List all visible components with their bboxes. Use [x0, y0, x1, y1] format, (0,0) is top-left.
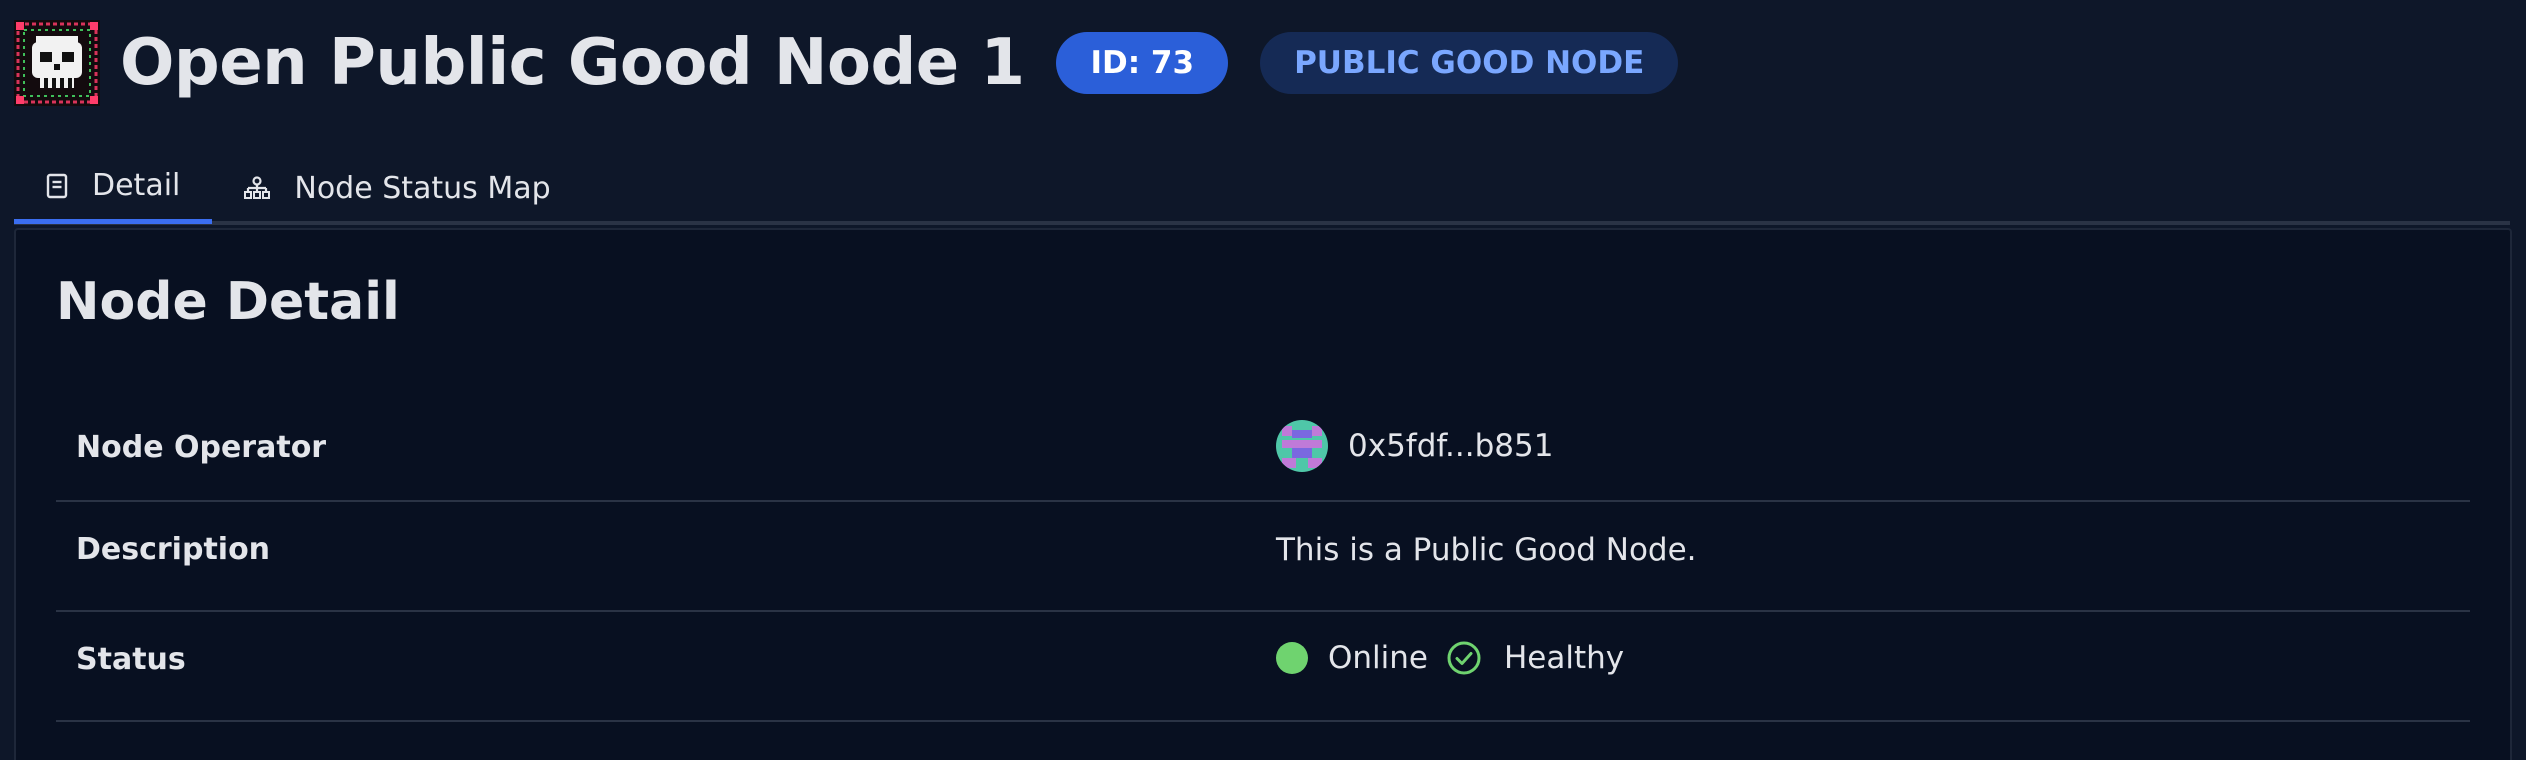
avatar [1276, 420, 1328, 472]
node-detail-panel: Node Detail Node Operator 0x5fdf...b851 [14, 228, 2512, 760]
wallet-address-link[interactable]: 0x5fdf...b851 [1348, 428, 1553, 464]
status-value: Online Healthy [1276, 640, 1624, 676]
tab-label: Detail [92, 168, 181, 203]
page-title: Open Public Good Node 1 [120, 26, 1025, 100]
description-label: Description [76, 532, 271, 567]
pixel-skull-logo-icon [14, 20, 100, 106]
tab-bar: Detail Node Status Map [14, 152, 583, 224]
description-value: This is a Public Good Node. [1276, 532, 1697, 568]
status-label: Status [76, 642, 186, 677]
detail-row-node-operator: Node Operator 0x5fdf...b851 [56, 400, 2470, 494]
document-icon [46, 173, 68, 199]
section-title: Node Detail [56, 272, 400, 332]
health-status-text: Healthy [1504, 640, 1625, 676]
row-divider [56, 720, 2470, 722]
node-operator-value[interactable]: 0x5fdf...b851 [1276, 420, 1553, 472]
sitemap-icon [244, 176, 271, 200]
check-circle-icon [1446, 640, 1482, 676]
online-status-text: Online [1328, 640, 1428, 676]
node-operator-label: Node Operator [76, 430, 327, 465]
online-status-dot-icon [1276, 642, 1308, 674]
detail-row-status: Status Online Healthy [56, 612, 2470, 720]
node-type-badge: PUBLIC GOOD NODE [1260, 32, 1679, 94]
node-id-badge: ID: 73 [1056, 32, 1229, 94]
page-header: Open Public Good Node 1 ID: 73 PUBLIC GO… [14, 18, 1679, 108]
tab-detail[interactable]: Detail [14, 152, 213, 224]
detail-row-description: Description This is a Public Good Node. [56, 502, 2470, 610]
tab-node-status-map[interactable]: Node Status Map [212, 152, 582, 224]
tab-label: Node Status Map [294, 170, 551, 206]
